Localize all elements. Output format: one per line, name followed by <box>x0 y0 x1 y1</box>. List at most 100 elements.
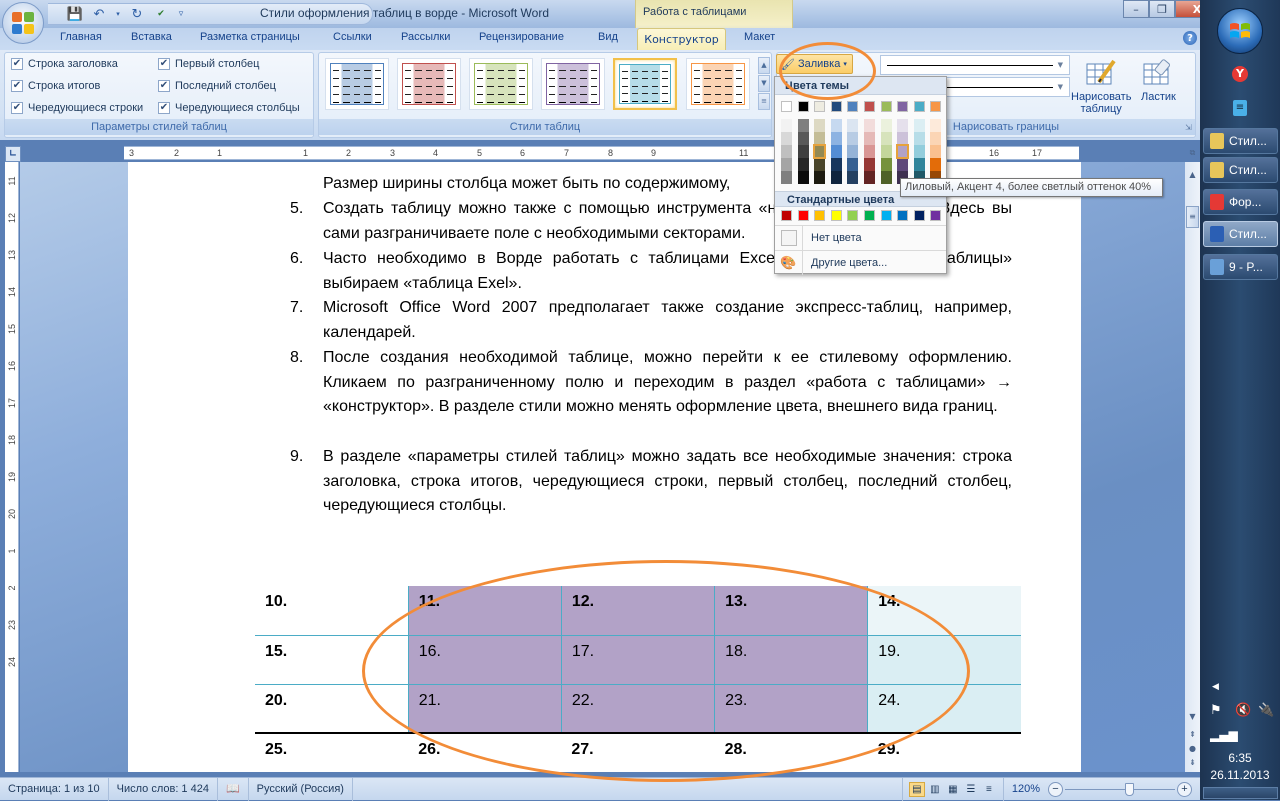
color-swatch[interactable] <box>830 158 842 171</box>
color-swatch[interactable] <box>814 158 826 171</box>
color-swatch[interactable] <box>813 144 827 159</box>
notes-icon[interactable]: ≡ <box>1233 100 1247 116</box>
gallery-scroll-up-button[interactable]: ▲ <box>758 57 770 74</box>
table-cell[interactable]: 10. <box>255 586 409 636</box>
color-swatch[interactable] <box>797 119 809 132</box>
standard-color-swatch[interactable] <box>830 210 842 221</box>
standard-color-swatch[interactable] <box>814 210 826 221</box>
table-cell[interactable]: 21. <box>407 684 562 734</box>
tab-layout[interactable]: Макет <box>744 31 775 43</box>
table-cell[interactable]: 29. <box>868 733 1021 782</box>
taskbar-item[interactable]: 9 - P... <box>1203 254 1278 280</box>
standard-color-swatch[interactable] <box>864 210 875 221</box>
redo-icon[interactable]: ↻ <box>128 5 146 23</box>
scroll-down-button[interactable]: ▼ <box>1186 710 1199 724</box>
document-table[interactable]: 10. 11. 12. 13. 14. 15. 16. 17. 18. 19. 20. 21. 22. 2… <box>255 586 1021 782</box>
color-swatch[interactable] <box>864 119 875 132</box>
checkbox-banded-rows[interactable]: ✔ Чередующиеся строки <box>11 102 143 114</box>
table-style-thumbnail[interactable] <box>613 58 677 110</box>
standard-color-swatch[interactable] <box>797 210 809 221</box>
table-style-thumbnail[interactable] <box>686 58 750 110</box>
zoom-slider[interactable] <box>1065 782 1175 797</box>
table-style-thumbnail[interactable] <box>325 58 389 110</box>
standard-color-swatch[interactable] <box>913 210 925 221</box>
table-style-thumbnail[interactable] <box>469 58 533 110</box>
tab-home[interactable]: Главная <box>60 31 102 43</box>
more-colors-menu-item[interactable]: 🎨 Другие цвета... <box>775 250 946 275</box>
taskbar-item[interactable]: Стил... <box>1203 221 1278 247</box>
tab-page-layout[interactable]: Разметка страницы <box>200 31 300 43</box>
checkbox-total-row[interactable]: ✔ Строка итогов <box>11 80 100 92</box>
color-swatch[interactable] <box>814 171 826 184</box>
color-swatch[interactable] <box>880 158 892 171</box>
color-swatch[interactable] <box>781 132 792 145</box>
checkbox-first-column[interactable]: ✔ Первый столбец <box>158 58 259 70</box>
gallery-scroll-down-button[interactable]: ▼ <box>758 75 770 92</box>
zoom-level[interactable]: 120% <box>1004 783 1048 795</box>
color-swatch[interactable] <box>781 158 792 171</box>
checkbox-banded-columns[interactable]: ✔ Чередующиеся столбцы <box>158 102 300 114</box>
dialog-launcher-icon[interactable]: ⇲ <box>1185 123 1192 132</box>
eraser-button[interactable]: Ластик <box>1141 58 1176 103</box>
help-icon[interactable]: ? <box>1183 31 1197 45</box>
color-swatch[interactable] <box>814 119 826 132</box>
yandex-icon[interactable]: Y <box>1232 66 1248 82</box>
table-cell[interactable]: 20. <box>255 684 409 734</box>
checkbox-icon[interactable]: ✔ <box>11 58 23 70</box>
start-button[interactable] <box>1217 8 1263 54</box>
color-swatch[interactable] <box>847 132 859 145</box>
zoom-in-button[interactable]: + <box>1177 781 1192 797</box>
standard-color-swatch[interactable] <box>880 210 892 221</box>
line-style-select[interactable]: ▼ <box>880 55 1070 75</box>
standard-color-swatch[interactable] <box>781 210 792 221</box>
color-swatch[interactable] <box>814 101 826 112</box>
page-count[interactable]: Страница: 1 из 10 <box>0 777 109 801</box>
table-cell[interactable]: 14. <box>867 586 1021 636</box>
color-swatch[interactable] <box>830 171 842 184</box>
color-swatch[interactable] <box>781 171 792 184</box>
customize-qat-icon[interactable]: ▿ <box>176 5 186 23</box>
color-swatch[interactable] <box>930 119 942 132</box>
color-swatch[interactable] <box>880 132 892 145</box>
table-cell[interactable]: 22. <box>560 684 715 734</box>
color-swatch[interactable] <box>847 171 859 184</box>
table-cell[interactable]: 16. <box>407 635 562 685</box>
color-swatch[interactable] <box>897 101 909 112</box>
table-cell[interactable]: 26. <box>408 733 561 782</box>
table-cell[interactable]: 28. <box>715 733 868 782</box>
proofing-icon[interactable]: 📖 <box>218 777 249 801</box>
taskbar-item[interactable]: Фор... <box>1203 189 1278 215</box>
undo-dropdown-icon[interactable]: ▾ <box>114 5 122 23</box>
shading-button[interactable]: 🖌 Заливка ▾ <box>776 54 853 74</box>
checkbox-icon[interactable]: ✔ <box>11 102 23 114</box>
scroll-up-button[interactable]: ▲ <box>1186 168 1199 182</box>
color-swatch[interactable] <box>797 101 809 112</box>
draw-table-button[interactable]: Нарисовать таблицу <box>1071 58 1131 115</box>
volume-muted-icon[interactable]: 🔇 <box>1235 703 1251 718</box>
table-cell[interactable]: 18. <box>714 635 868 685</box>
network-signal-icon[interactable]: ▂▄▆ <box>1210 728 1238 742</box>
zoom-slider-thumb[interactable] <box>1125 782 1134 796</box>
color-swatch[interactable] <box>830 145 842 158</box>
color-swatch[interactable] <box>781 145 792 158</box>
color-swatch[interactable] <box>930 145 942 158</box>
previous-page-button[interactable]: ⇞ <box>1186 728 1199 742</box>
color-swatch[interactable] <box>897 158 909 171</box>
color-swatch[interactable] <box>830 119 842 132</box>
office-button[interactable] <box>2 2 44 44</box>
color-swatch[interactable] <box>797 145 809 158</box>
color-swatch[interactable] <box>897 119 909 132</box>
spellcheck-icon[interactable]: ✔ <box>152 5 170 23</box>
tab-references[interactable]: Ссылки <box>333 31 372 43</box>
color-swatch[interactable] <box>781 119 792 132</box>
outline-view-button[interactable]: ☰ <box>963 784 979 795</box>
color-swatch[interactable] <box>913 145 925 158</box>
table-style-thumbnail[interactable] <box>541 58 605 110</box>
zoom-out-button[interactable]: − <box>1048 781 1063 797</box>
color-swatch[interactable] <box>930 132 942 145</box>
draft-view-button[interactable]: ≡ <box>981 784 997 795</box>
table-cell[interactable]: 24. <box>867 684 1021 734</box>
web-layout-view-button[interactable]: ▦ <box>945 784 961 795</box>
color-swatch[interactable] <box>864 145 875 158</box>
table-cell[interactable]: 19. <box>867 635 1021 685</box>
